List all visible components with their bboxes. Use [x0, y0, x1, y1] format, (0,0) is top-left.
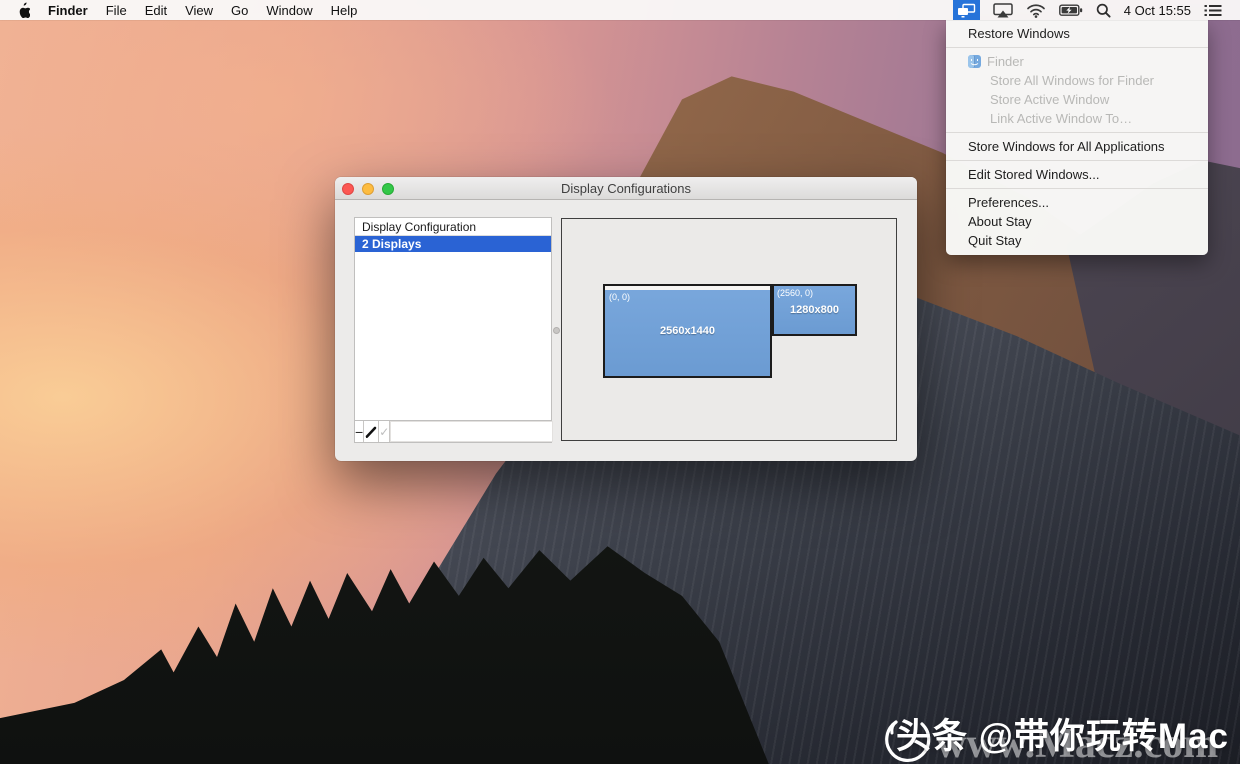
menu-item-store-active-window: Store Active Window	[946, 90, 1208, 109]
remove-configuration-button[interactable]: −	[355, 421, 364, 442]
menubar: Finder File Edit View Go Window Help	[0, 0, 1240, 20]
menu-item-link-active-window: Link Active Window To…	[946, 109, 1208, 128]
edit-configuration-button[interactable]	[364, 421, 379, 442]
stay-dropdown-menu: Restore Windows Finder Store All Windows…	[946, 20, 1208, 255]
menubar-app-name[interactable]: Finder	[48, 3, 88, 18]
wifi-icon[interactable]	[1026, 0, 1046, 20]
display-box-secondary[interactable]: (2560, 0) 1280x800	[772, 284, 857, 336]
configuration-row-selected[interactable]: 2 Displays	[355, 236, 551, 252]
apple-menu[interactable]	[16, 0, 30, 20]
watermark-handle: 头条 @带你玩转Mac	[896, 708, 1229, 759]
window-titlebar[interactable]: Display Configurations	[335, 177, 917, 200]
stay-displays-icon	[957, 3, 976, 18]
battery-charging-icon[interactable]	[1059, 0, 1083, 20]
menu-help[interactable]: Help	[331, 3, 358, 18]
menu-item-about-stay[interactable]: About Stay	[946, 212, 1208, 231]
menubar-menus: Finder File Edit View Go Window Help	[0, 0, 357, 20]
menu-separator	[946, 188, 1208, 189]
menu-item-preferences[interactable]: Preferences...	[946, 193, 1208, 212]
menu-separator	[946, 132, 1208, 133]
configurations-list: Display Configuration 2 Displays − ✓	[354, 217, 552, 443]
confirm-button-disabled[interactable]: ✓	[379, 421, 390, 442]
menu-window[interactable]: Window	[266, 3, 312, 18]
watermark: www.Macz.com 头条 @带你玩转Mac	[880, 694, 1240, 764]
finder-icon	[968, 55, 981, 68]
configurations-column-header: Display Configuration	[355, 218, 551, 236]
menu-item-edit-stored-windows[interactable]: Edit Stored Windows...	[946, 165, 1208, 184]
menu-separator	[946, 47, 1208, 48]
apple-logo-icon	[16, 2, 30, 18]
menubar-clock[interactable]: 4 Oct 15:55	[1124, 3, 1191, 18]
airplay-display-icon[interactable]	[993, 0, 1013, 20]
menu-view[interactable]: View	[185, 3, 213, 18]
primary-display-resolution: 2560x1440	[605, 286, 770, 376]
window-title: Display Configurations	[335, 177, 917, 200]
display-arrangement-panel: (0, 0) 2560x1440 (2560, 0) 1280x800	[561, 218, 897, 441]
menu-separator	[946, 160, 1208, 161]
menu-item-quit-stay[interactable]: Quit Stay	[946, 231, 1208, 250]
menubar-status-area: 4 Oct 15:55	[953, 0, 1240, 20]
display-configurations-window: Display Configurations Display Configura…	[335, 177, 917, 461]
list-toolbar: − ✓	[355, 420, 551, 442]
spotlight-search-icon[interactable]	[1096, 0, 1111, 20]
menu-item-finder: Finder	[946, 52, 1208, 71]
menu-go[interactable]: Go	[231, 3, 248, 18]
menu-item-restore-windows[interactable]: Restore Windows	[946, 24, 1208, 43]
menu-item-store-windows-all-apps[interactable]: Store Windows for All Applications	[946, 137, 1208, 156]
menu-item-store-all-windows-finder: Store All Windows for Finder	[946, 71, 1208, 90]
splitter-handle[interactable]	[553, 327, 560, 334]
secondary-display-resolution: 1280x800	[774, 286, 855, 334]
menu-file[interactable]: File	[106, 3, 127, 18]
pencil-icon	[364, 425, 378, 439]
menu-item-finder-label: Finder	[987, 52, 1024, 71]
menu-edit[interactable]: Edit	[145, 3, 167, 18]
notification-center-icon[interactable]	[1204, 0, 1222, 20]
rename-field[interactable]	[390, 421, 553, 442]
display-box-primary[interactable]: (0, 0) 2560x1440	[603, 284, 772, 378]
stay-menubar-button[interactable]	[953, 0, 980, 20]
